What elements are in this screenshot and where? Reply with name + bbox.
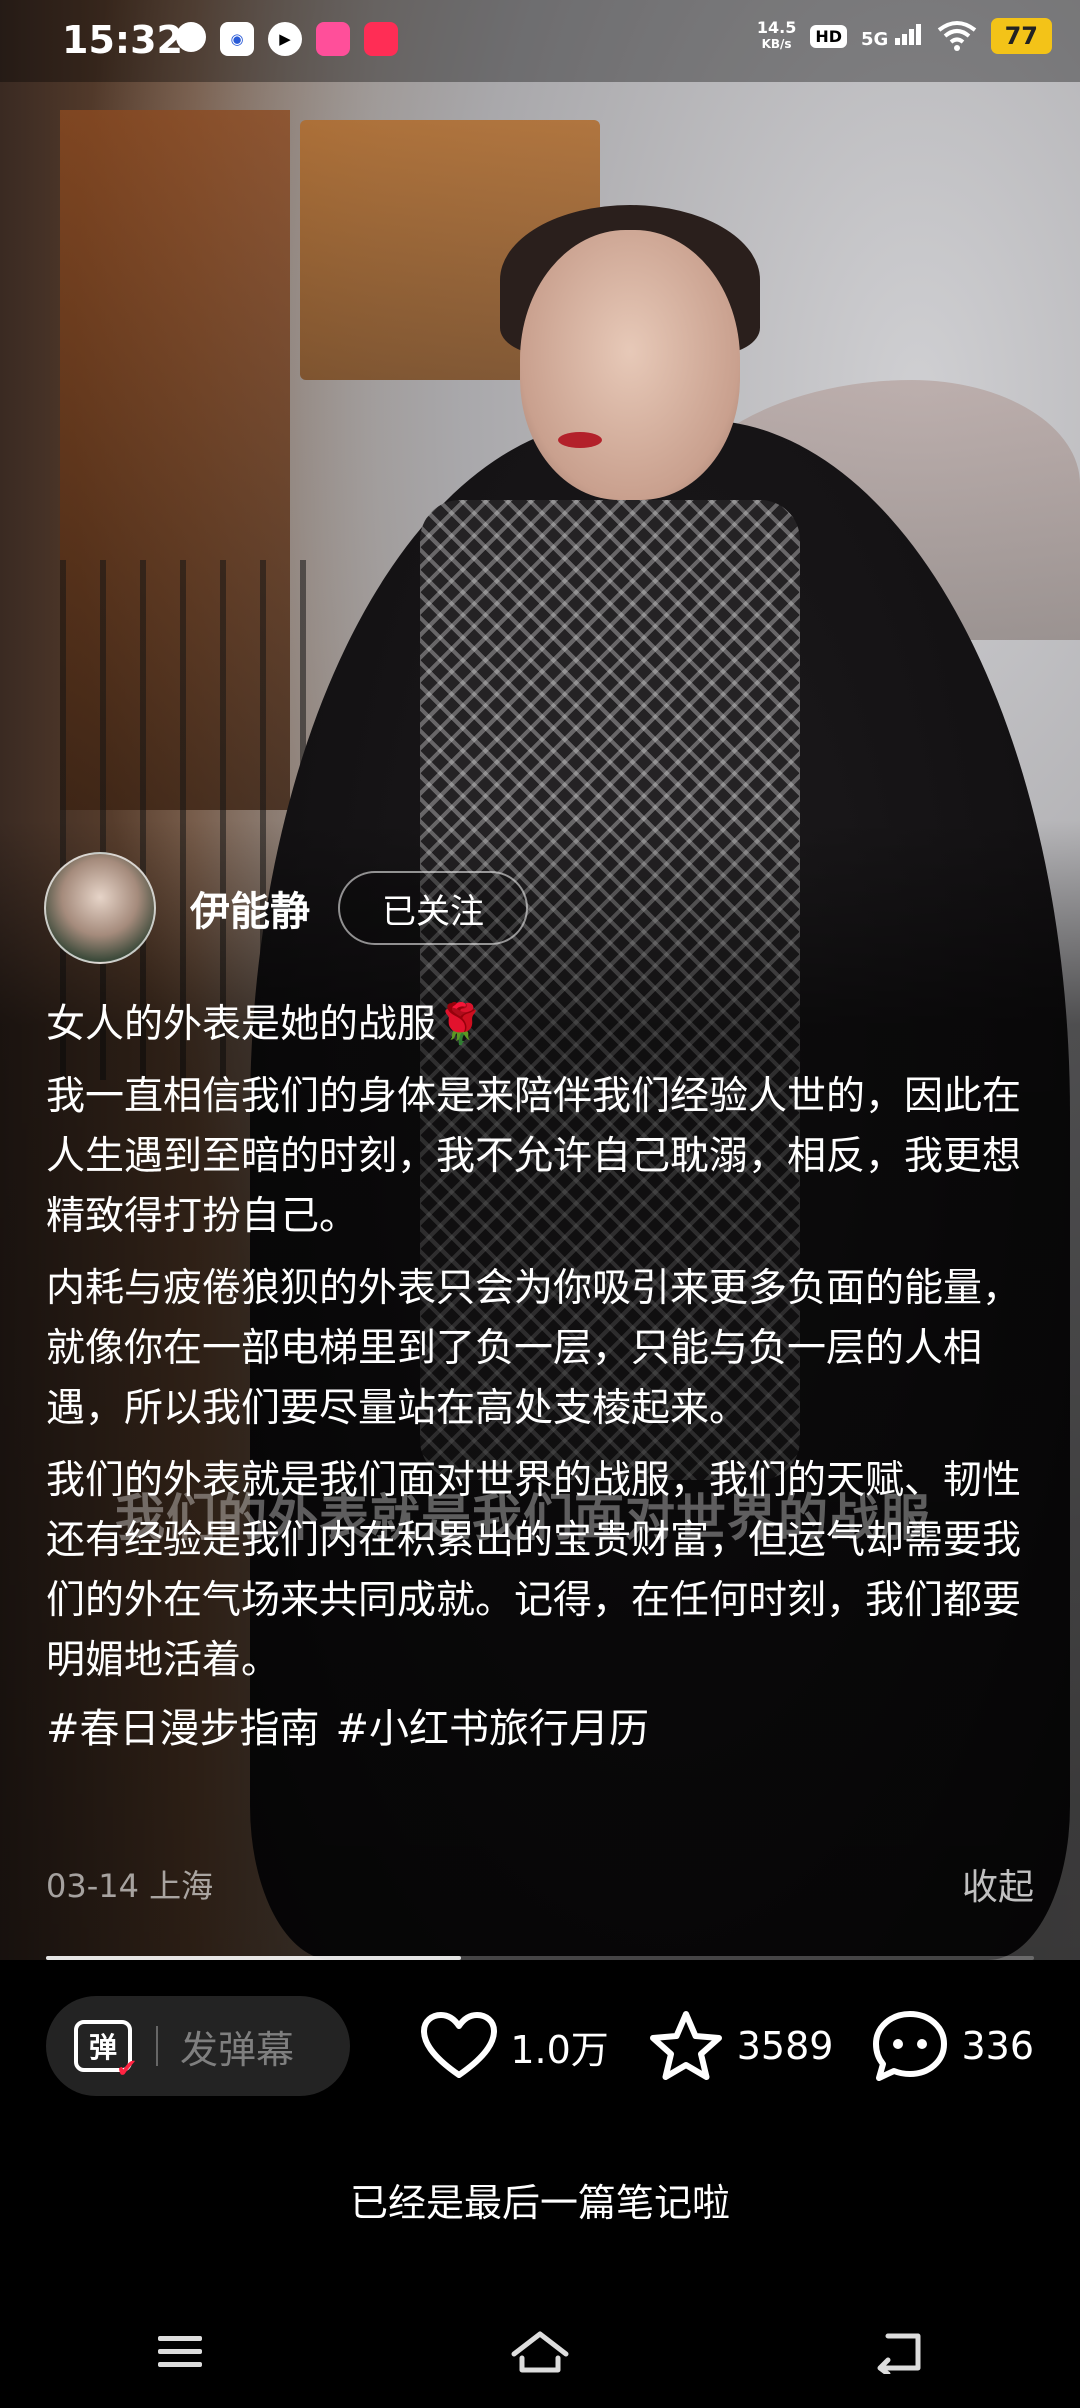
like-count: 1.0万: [510, 2027, 609, 2072]
danmu-toggle-icon[interactable]: 弹 ✔: [74, 2020, 138, 2084]
network-type: 5G: [861, 23, 923, 50]
check-icon: ✔: [116, 2054, 138, 2084]
net-speed-value: 14.5: [756, 18, 797, 37]
danmu-placeholder: 发弹幕: [180, 2027, 295, 2072]
rose-emoji-icon: 🌹: [436, 1002, 485, 1047]
photo-lips: [558, 432, 602, 448]
video-app-icon: ▶: [268, 22, 302, 56]
status-bar: 15:32 ◉ ▶ 14.5 KB/s HD 5G 77: [0, 0, 1080, 82]
home-button[interactable]: [480, 2312, 600, 2392]
comment-count: 336: [961, 2024, 1034, 2068]
status-time: 15:32: [62, 18, 183, 62]
post-caption[interactable]: 女人的外表是她的战服🌹 我一直相信我们的身体是来陪伴我们经验人世的，因此在人生遇…: [46, 995, 1046, 1759]
follow-button[interactable]: 已关注: [338, 871, 528, 945]
caption-paragraph-3: 我们的外表就是我们面对世界的战服，我们的天赋、韧性还有经验是我们内在积累出的宝贵…: [46, 1458, 1022, 1683]
end-of-notes-message: 已经是最后一篇笔记啦: [349, 2181, 730, 2225]
back-button[interactable]: [840, 2312, 960, 2392]
danmu-input[interactable]: 弹 ✔ 发弹幕: [46, 1996, 350, 2096]
net-speed: 14.5 KB/s: [757, 20, 796, 52]
signal-icon: [894, 23, 921, 45]
hashtag[interactable]: #春日漫步指南: [46, 1699, 320, 1759]
danmu-icon-char: 弹: [88, 2031, 117, 2064]
author-name[interactable]: 伊能静: [190, 879, 310, 937]
network-label: 5G: [861, 28, 889, 50]
menu-icon: [158, 2336, 202, 2367]
net-speed-unit: KB/s: [761, 37, 792, 51]
shopping-app-icon: [316, 22, 350, 56]
photo-face: [520, 230, 740, 500]
back-icon: [877, 2333, 921, 2374]
avatar[interactable]: [44, 852, 156, 964]
comment-button[interactable]: 336: [871, 2009, 1034, 2083]
caption-title-text: 女人的外表是她的战服: [46, 1002, 437, 1047]
battery-indicator: 77: [990, 18, 1052, 54]
action-buttons: 1.0万 3589 336: [382, 1996, 1034, 2096]
heart-icon: [421, 2012, 498, 2078]
star-icon: [649, 2011, 722, 2080]
like-button[interactable]: 1.0万: [420, 2011, 609, 2081]
collect-count: 3589: [736, 2024, 834, 2068]
home-icon: [511, 2331, 569, 2373]
message-icon: [176, 22, 206, 52]
app-notification-icon: ◉: [220, 22, 254, 56]
comment-bubble-icon: [873, 2011, 948, 2081]
hashtag-list: #春日漫步指南 #小红书旅行月历: [46, 1699, 1046, 1759]
caption-paragraph-1: 我一直相信我们的身体是来陪伴我们经验人世的，因此在人生遇到至暗的时刻，我不允许自…: [46, 1074, 1022, 1239]
shop-app-icon: [364, 22, 398, 56]
system-nav-bar: [0, 2296, 1080, 2408]
hd-badge: HD: [810, 24, 847, 48]
author-row: 伊能静 已关注: [44, 852, 528, 964]
post-date-location: 03-14 上海: [46, 1867, 214, 1905]
hashtag[interactable]: #小红书旅行月历: [336, 1699, 650, 1759]
image-progress-bar[interactable]: [46, 1956, 1034, 1960]
notification-icons: ◉ ▶: [176, 22, 398, 56]
caption-paragraph-2: 内耗与疲倦狼狈的外表只会为你吸引来更多负面的能量，就像你在一部电梯里到了负一层，…: [46, 1266, 1022, 1431]
wifi-icon: [937, 21, 976, 51]
status-right: 14.5 KB/s HD 5G 77: [757, 18, 1052, 54]
divider: [156, 2026, 158, 2066]
collapse-button[interactable]: 收起: [962, 1858, 1034, 1910]
post-meta-row: 03-14 上海 收起: [46, 1858, 1034, 1910]
menu-button[interactable]: [120, 2312, 240, 2392]
collect-button[interactable]: 3589: [647, 2009, 834, 2083]
image-progress-fill: [46, 1956, 461, 1960]
caption-title: 女人的外表是她的战服🌹: [46, 995, 1046, 1055]
